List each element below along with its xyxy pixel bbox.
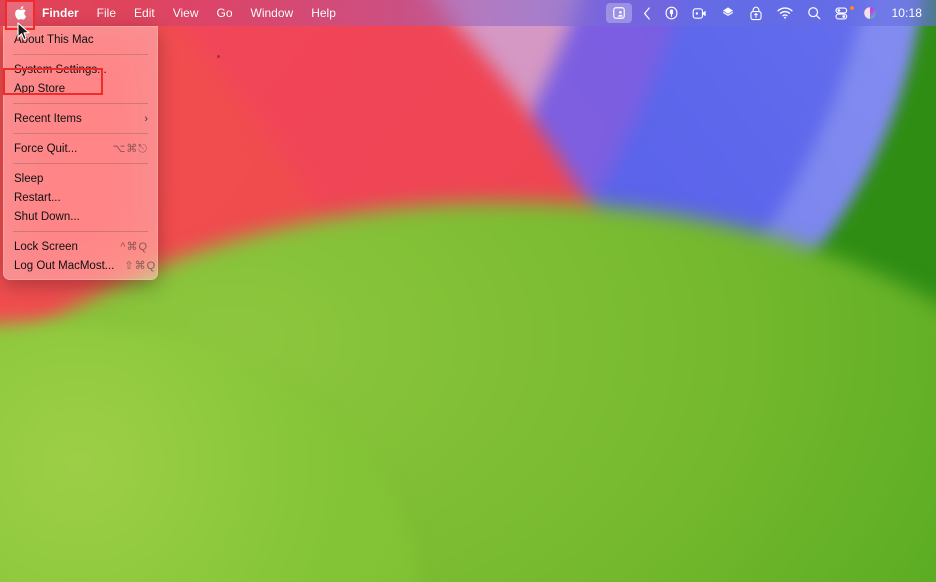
menu-item-label: About This Mac [14,33,94,46]
menu-item-restart[interactable]: Restart... [3,188,158,207]
menu-item-shortcut: ^⌘Q [120,241,148,253]
spotlight-search-icon[interactable] [800,0,828,26]
menu-item-label: Force Quit... [14,142,78,155]
microphone-icon[interactable] [658,0,685,26]
wallpaper-speck [217,55,220,58]
menu-item-sleep[interactable]: Sleep [3,169,158,188]
notification-dot-badge [850,6,855,10]
menu-item-label: Shut Down... [14,210,80,223]
menu-bar: Finder File Edit View Go Window Help 10:… [0,0,936,26]
menu-item-label: Log Out MacMost... [14,259,115,272]
menu-bar-item-window[interactable]: Window [242,0,303,26]
menu-bar-item-go[interactable]: Go [208,0,242,26]
menu-item-shortcut: ⇧⌘Q [124,260,157,272]
menu-separator [13,163,148,164]
menu-item-shortcut: ⌥⌘⎋ [112,142,148,155]
menu-item-label: System Settings... [14,63,107,76]
menu-bar-app-name[interactable]: Finder [33,0,88,26]
menu-item-label: App Store [14,82,66,95]
menu-separator [13,133,148,134]
menu-item-lock-screen[interactable]: Lock Screen ^⌘Q [3,237,158,256]
menu-item-label: Lock Screen [14,240,78,253]
menu-item-shut-down[interactable]: Shut Down... [3,207,158,226]
menu-bar-item-file[interactable]: File [88,0,125,26]
apple-logo-icon [15,6,27,20]
menu-item-label: Restart... [14,191,61,204]
menu-bar-item-edit[interactable]: Edit [125,0,164,26]
control-center-icon[interactable] [828,0,856,26]
menu-separator [13,54,148,55]
chevron-left-icon[interactable] [636,0,658,26]
screen-sharing-icon[interactable] [606,3,633,23]
dropbox-icon[interactable] [714,0,742,26]
menu-separator [13,103,148,104]
menu-item-label: Recent Items [14,112,82,125]
wifi-icon[interactable] [770,0,800,26]
chevron-right-icon: › [144,112,148,125]
menu-bar-left: Finder File Edit View Go Window Help [0,0,345,26]
desktop: Finder File Edit View Go Window Help 10:… [0,0,936,582]
menu-item-log-out[interactable]: Log Out MacMost... ⇧⌘Q [3,256,158,275]
menu-item-app-store[interactable]: App Store [3,79,158,98]
1password-lock-icon[interactable] [742,0,770,26]
menu-item-label: Sleep [14,172,44,185]
menu-item-recent-items[interactable]: Recent Items › [3,109,158,128]
menu-item-force-quit[interactable]: Force Quit... ⌥⌘⎋ [3,139,158,158]
siri-icon[interactable] [856,0,884,26]
menu-bar-item-help[interactable]: Help [302,0,345,26]
menu-bar-clock[interactable]: 10:18 [884,6,928,20]
menu-item-system-settings[interactable]: System Settings... [3,60,158,79]
menu-separator [13,231,148,232]
apple-menu-dropdown: About This Mac System Settings... App St… [3,26,158,280]
video-camera-icon[interactable] [685,0,714,26]
menu-bar-status-area: 10:18 [606,0,936,26]
mouse-cursor [17,22,30,41]
menu-bar-item-view[interactable]: View [164,0,208,26]
